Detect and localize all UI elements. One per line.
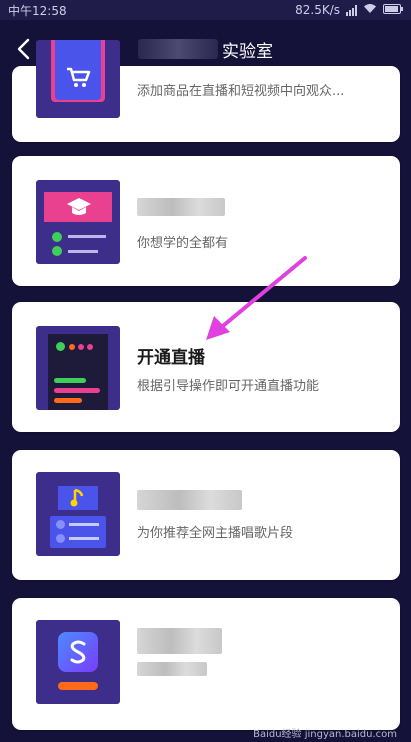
thumbnail xyxy=(36,472,120,556)
card-title-blurred xyxy=(137,198,225,216)
lab-feature-card-live[interactable]: 开通直播 根据引导操作即可开通直播功能 xyxy=(12,302,400,432)
lab-feature-card-shop[interactable]: 添加商品在直播和短视频中向观众... xyxy=(12,40,400,142)
signal-icon xyxy=(346,4,357,16)
card-description: 添加商品在直播和短视频中向观众... xyxy=(137,84,345,99)
music-note-icon xyxy=(70,488,84,512)
s-logo-icon xyxy=(58,632,98,672)
lab-feature-card-singing[interactable]: 为你推荐全网主播唱歌片段 xyxy=(12,450,400,580)
lab-feature-card-s-app[interactable] xyxy=(12,598,400,730)
card-description: 你想学的全都有 xyxy=(137,236,229,251)
battery-icon xyxy=(383,3,403,17)
card-title-blurred xyxy=(137,628,222,654)
thumbnail xyxy=(36,620,120,704)
network-speed: 82.5K/s xyxy=(295,3,340,17)
thumbnail xyxy=(36,180,120,264)
thumbnail xyxy=(36,326,120,410)
card-title: 开通直播 xyxy=(137,348,205,368)
graduation-cap-icon xyxy=(66,196,92,222)
card-title-blurred xyxy=(137,490,242,510)
page-title-text: 实验室 xyxy=(222,41,273,62)
status-bar: 中午12:58 82.5K/s xyxy=(0,0,411,20)
title-blurred-region xyxy=(138,39,218,59)
lab-feature-card-learn[interactable]: 你想学的全都有 xyxy=(12,156,400,286)
cart-icon xyxy=(65,66,91,92)
wifi-icon xyxy=(363,3,377,17)
card-description-blurred xyxy=(137,662,207,676)
card-description: 为你推荐全网主播唱歌片段 xyxy=(137,526,294,541)
card-description: 根据引导操作即可开通直播功能 xyxy=(137,379,320,394)
watermark: Baidu经验 jingyan.baidu.com xyxy=(253,729,397,740)
status-time: 中午12:58 xyxy=(8,3,67,18)
thumbnail xyxy=(36,40,120,118)
